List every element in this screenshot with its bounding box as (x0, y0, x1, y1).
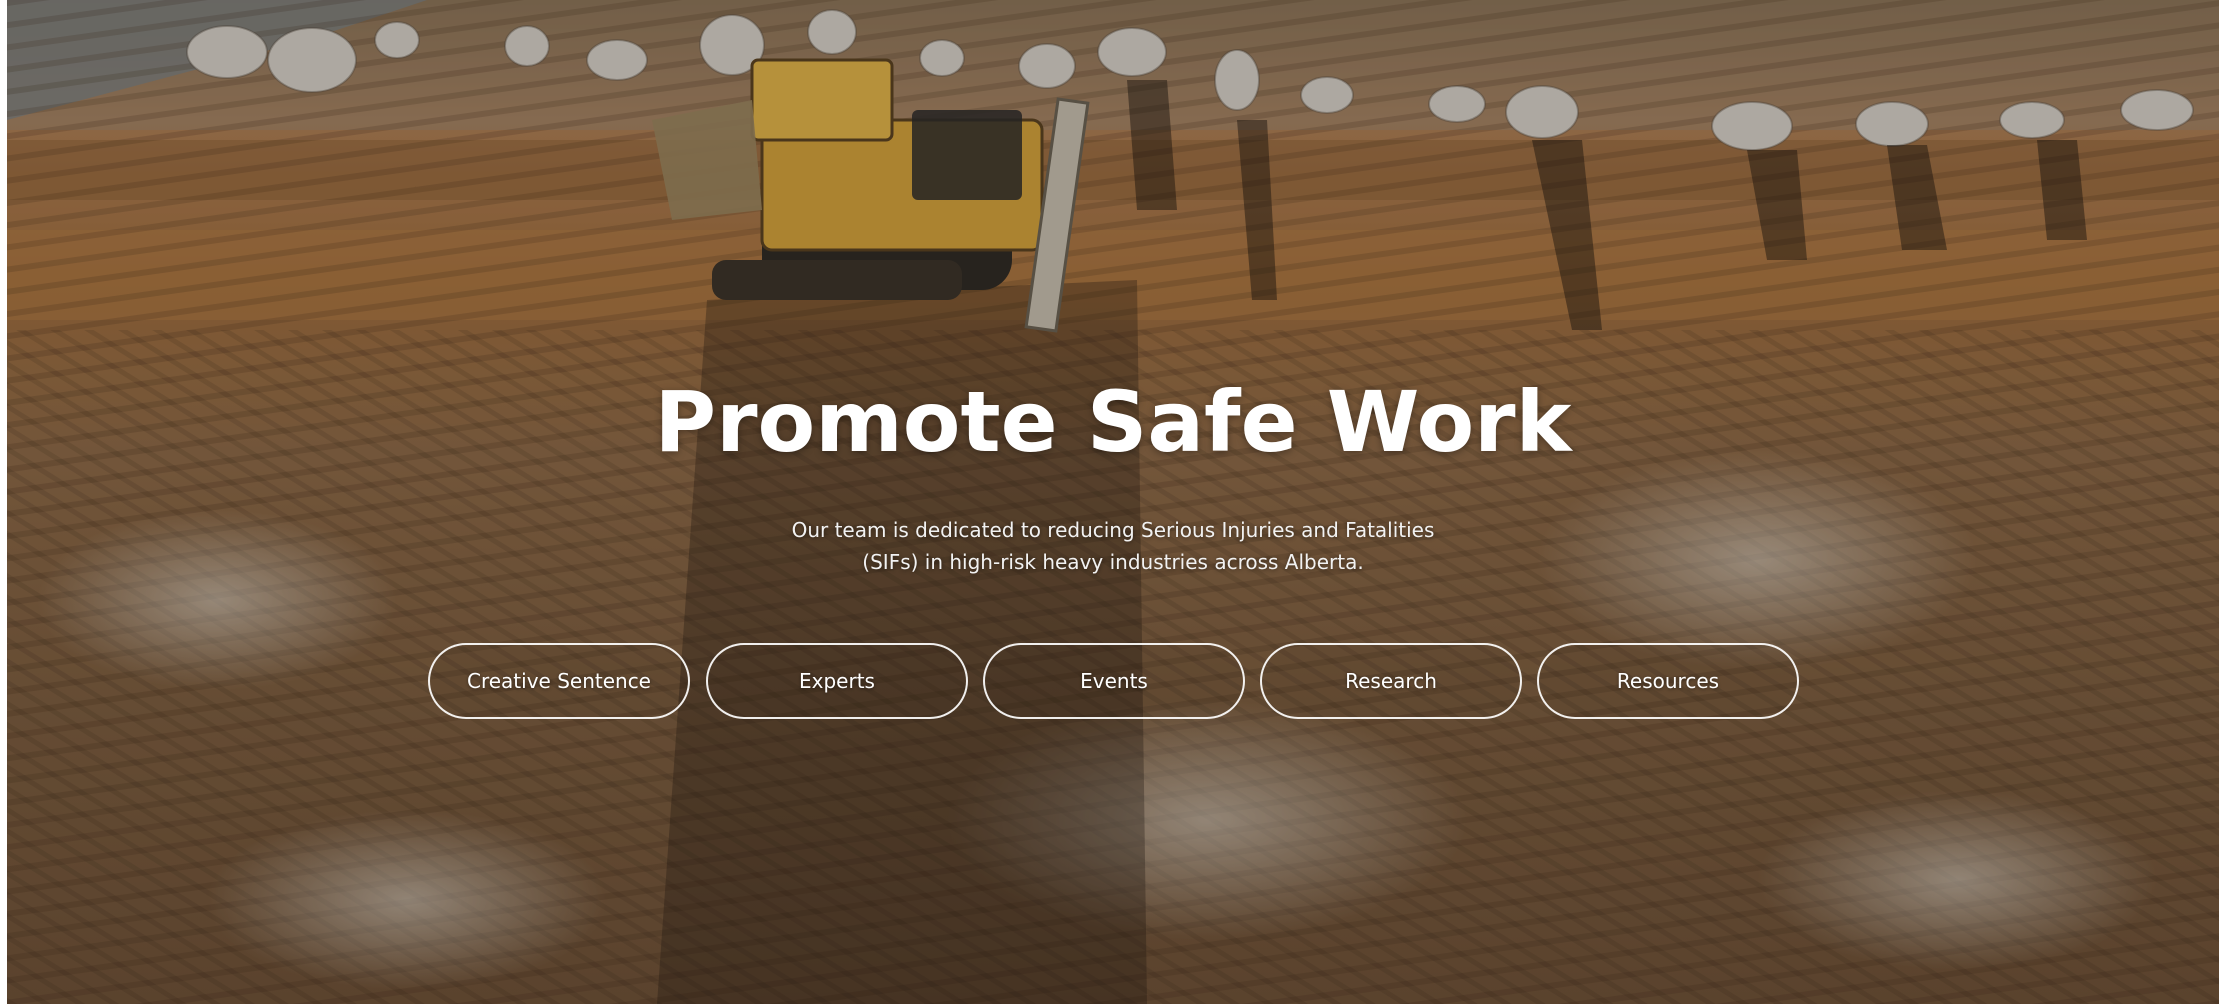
hero-banner: Promote Safe Work Our team is dedicated … (7, 0, 2219, 1004)
page: Promote Safe Work Our team is dedicated … (0, 0, 2230, 1004)
nav-pill-research[interactable]: Research (1260, 643, 1522, 719)
nav-pill-creative-sentence[interactable]: Creative Sentence (428, 643, 690, 719)
hero-nav: Creative Sentence Experts Events Researc… (7, 643, 2219, 719)
nav-pill-resources[interactable]: Resources (1537, 643, 1799, 719)
nav-pill-experts[interactable]: Experts (706, 643, 968, 719)
nav-pill-events[interactable]: Events (983, 643, 1245, 719)
hero-subtitle: Our team is dedicated to reducing Seriou… (763, 514, 1463, 578)
hero-subtitle-line-1: Our team is dedicated to reducing Seriou… (791, 518, 1435, 542)
hero-subtitle-line-2: (SIFs) in high-risk heavy industries acr… (862, 550, 1364, 574)
hero-title: Promote Safe Work (654, 373, 1572, 471)
hero-content: Promote Safe Work Our team is dedicated … (7, 0, 2219, 1004)
